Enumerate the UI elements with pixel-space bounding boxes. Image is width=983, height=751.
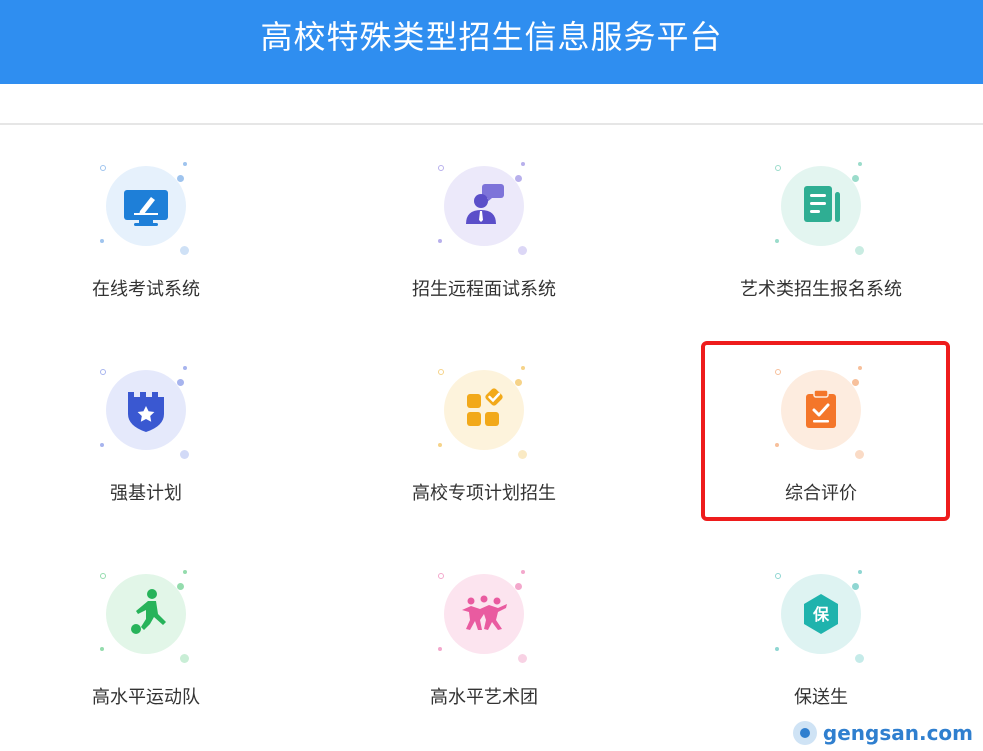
system-label: 高水平艺术团 [430,687,538,708]
soccer-player-icon [131,589,166,634]
system-label: 招生远程面试系统 [412,279,556,300]
system-card-art-troupe[interactable]: 高水平艺术团 [374,532,594,708]
system-card-strong-foundation[interactable]: 强基计划 [36,328,256,504]
monitor-pen-icon [124,190,168,226]
watermark: gengsan.com [792,721,973,745]
dancers-icon [462,595,507,630]
grid-check-icon [467,388,503,426]
shield-star-icon [128,392,164,432]
page-title: 高校特殊类型招生信息服务平台 [260,18,723,56]
system-card-online-exam[interactable]: 在线考试系统 [36,124,256,300]
system-label: 强基计划 [110,483,182,504]
system-card-remote-interview[interactable]: 招生远程面试系统 [374,124,594,300]
hexagon-bao-icon: 保 [804,594,838,634]
interview-person-icon [466,184,504,224]
system-label: 艺术类招生报名系统 [740,279,902,300]
system-label: 保送生 [794,687,848,708]
hexagon-glyph-text: 保 [812,605,830,624]
watermark-logo-icon [792,721,817,745]
system-card-special-plan[interactable]: 高校专项计划招生 [374,328,594,504]
system-card-art-registration[interactable]: 艺术类招生报名系统 [711,124,931,300]
system-label: 高水平运动队 [92,687,200,708]
header-bar: 高校特殊类型招生信息服务平台 [0,0,983,84]
system-label: 在线考试系统 [92,279,200,300]
system-card-recommended-students[interactable]: 保 保送生 [711,532,931,708]
highlight-box [701,341,950,521]
system-card-sports-team[interactable]: 高水平运动队 [36,532,256,708]
document-form-icon [804,186,840,222]
system-label: 高校专项计划招生 [412,483,556,504]
watermark-text: gengsan.com [822,721,973,745]
